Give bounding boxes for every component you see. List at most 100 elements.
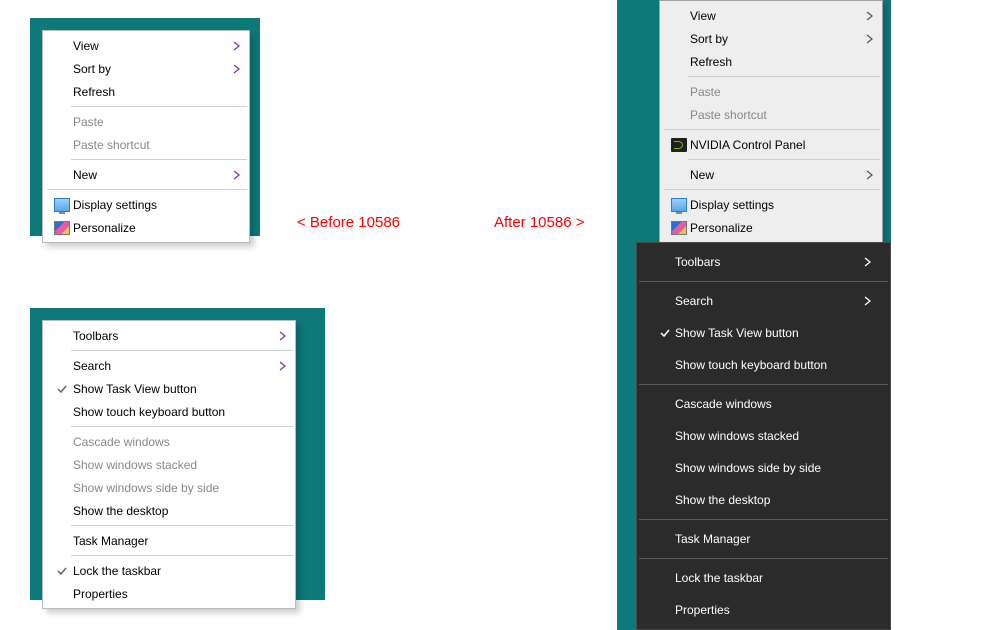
menu-item-label: Cascade windows [73, 435, 287, 449]
menu-item-show-desktop[interactable]: Show the desktop [639, 484, 888, 516]
menu-item-label: Sort by [73, 62, 225, 76]
menu-item-label: Display settings [690, 198, 874, 212]
menu-item-task-manager[interactable]: Task Manager [45, 529, 293, 552]
menu-item-sort-by[interactable]: Sort by [45, 57, 247, 80]
menu-item-cascade[interactable]: Cascade windows [639, 388, 888, 420]
annotation-after: After 10586 > [494, 214, 584, 231]
menu-separator [71, 525, 293, 526]
menu-item-label: Toolbars [73, 329, 271, 343]
menu-item-label: Properties [675, 603, 872, 617]
chevron-right-icon [858, 34, 874, 44]
menu-item-label: Show windows stacked [675, 429, 872, 443]
chevron-right-icon [856, 296, 872, 306]
menu-item-search[interactable]: Search [45, 354, 293, 377]
menu-separator [639, 384, 888, 385]
desktop-context-menu-after: View Sort by Refresh Paste Paste shortcu… [659, 0, 883, 243]
menu-item-paste: Paste [662, 80, 880, 103]
chevron-right-icon [225, 41, 241, 51]
menu-item-label: Show Task View button [73, 382, 287, 396]
desktop-context-menu-before: View Sort by Refresh Paste Paste shortcu… [42, 30, 250, 243]
taskbar-context-menu-before: Toolbars Search Show Task View button Sh… [42, 320, 296, 609]
menu-separator [71, 350, 293, 351]
menu-item-paste: Paste [45, 110, 247, 133]
menu-separator [639, 558, 888, 559]
menu-item-show-task-view[interactable]: Show Task View button [639, 317, 888, 349]
menu-item-toolbars[interactable]: Toolbars [45, 324, 293, 347]
personalize-icon [51, 221, 73, 235]
menu-separator [71, 106, 247, 107]
menu-item-label: Show touch keyboard button [675, 358, 872, 372]
menu-item-sort-by[interactable]: Sort by [662, 27, 880, 50]
monitor-icon [51, 198, 73, 212]
menu-item-display-settings[interactable]: Display settings [662, 193, 880, 216]
menu-item-label: NVIDIA Control Panel [690, 138, 874, 152]
menu-item-show-touch-keyboard[interactable]: Show touch keyboard button [639, 349, 888, 381]
menu-item-label: Show the desktop [675, 493, 872, 507]
menu-item-label: Paste shortcut [690, 108, 874, 122]
menu-item-label: Show the desktop [73, 504, 287, 518]
menu-item-side-by-side: Show windows side by side [45, 476, 293, 499]
menu-item-nvidia[interactable]: NVIDIA Control Panel [662, 133, 880, 156]
menu-item-label: Show touch keyboard button [73, 405, 287, 419]
menu-item-label: Refresh [690, 55, 874, 69]
menu-separator [47, 189, 247, 190]
check-icon [655, 327, 675, 339]
menu-item-label: Cascade windows [675, 397, 872, 411]
menu-item-paste-shortcut: Paste shortcut [662, 103, 880, 126]
menu-item-side-by-side[interactable]: Show windows side by side [639, 452, 888, 484]
taskbar-context-menu-after: Toolbars Search Show Task View button Sh… [636, 242, 891, 630]
menu-item-toolbars[interactable]: Toolbars [639, 246, 888, 278]
menu-item-stacked[interactable]: Show windows stacked [639, 420, 888, 452]
menu-item-paste-shortcut: Paste shortcut [45, 133, 247, 156]
chevron-right-icon [856, 257, 872, 267]
menu-item-label: Lock the taskbar [675, 571, 872, 585]
menu-item-show-touch-keyboard[interactable]: Show touch keyboard button [45, 400, 293, 423]
menu-item-view[interactable]: View [662, 4, 880, 27]
menu-item-label: Personalize [73, 221, 241, 235]
menu-item-new[interactable]: New [45, 163, 247, 186]
menu-item-new[interactable]: New [662, 163, 880, 186]
menu-item-cascade: Cascade windows [45, 430, 293, 453]
menu-separator [688, 159, 880, 160]
menu-item-view[interactable]: View [45, 34, 247, 57]
menu-separator [664, 189, 880, 190]
menu-item-label: Search [675, 294, 856, 308]
menu-item-display-settings[interactable]: Display settings [45, 193, 247, 216]
menu-separator [688, 76, 880, 77]
menu-item-show-desktop[interactable]: Show the desktop [45, 499, 293, 522]
menu-item-stacked: Show windows stacked [45, 453, 293, 476]
menu-item-refresh[interactable]: Refresh [662, 50, 880, 73]
menu-item-task-manager[interactable]: Task Manager [639, 523, 888, 555]
menu-separator [639, 281, 888, 282]
menu-item-label: Lock the taskbar [73, 564, 287, 578]
menu-item-personalize[interactable]: Personalize [45, 216, 247, 239]
chevron-right-icon [225, 64, 241, 74]
menu-item-label: Search [73, 359, 271, 373]
nvidia-icon [668, 138, 690, 152]
menu-item-properties[interactable]: Properties [639, 594, 888, 626]
menu-item-label: Task Manager [675, 532, 872, 546]
menu-item-label: Show Task View button [675, 326, 872, 340]
menu-separator [71, 159, 247, 160]
menu-item-search[interactable]: Search [639, 285, 888, 317]
menu-item-lock-taskbar[interactable]: Lock the taskbar [639, 562, 888, 594]
chevron-right-icon [271, 361, 287, 371]
menu-item-label: View [690, 9, 858, 23]
menu-item-label: Show windows stacked [73, 458, 287, 472]
annotation-before: < Before 10586 [297, 214, 400, 231]
menu-separator [639, 519, 888, 520]
chevron-right-icon [225, 170, 241, 180]
menu-item-show-task-view[interactable]: Show Task View button [45, 377, 293, 400]
menu-item-label: Paste [690, 85, 874, 99]
monitor-icon [668, 198, 690, 212]
menu-item-refresh[interactable]: Refresh [45, 80, 247, 103]
menu-separator [664, 129, 880, 130]
chevron-right-icon [858, 170, 874, 180]
menu-item-properties[interactable]: Properties [45, 582, 293, 605]
menu-item-label: Sort by [690, 32, 858, 46]
menu-item-label: Refresh [73, 85, 241, 99]
menu-item-personalize[interactable]: Personalize [662, 216, 880, 239]
menu-item-lock-taskbar[interactable]: Lock the taskbar [45, 559, 293, 582]
menu-item-label: Task Manager [73, 534, 287, 548]
chevron-right-icon [271, 331, 287, 341]
